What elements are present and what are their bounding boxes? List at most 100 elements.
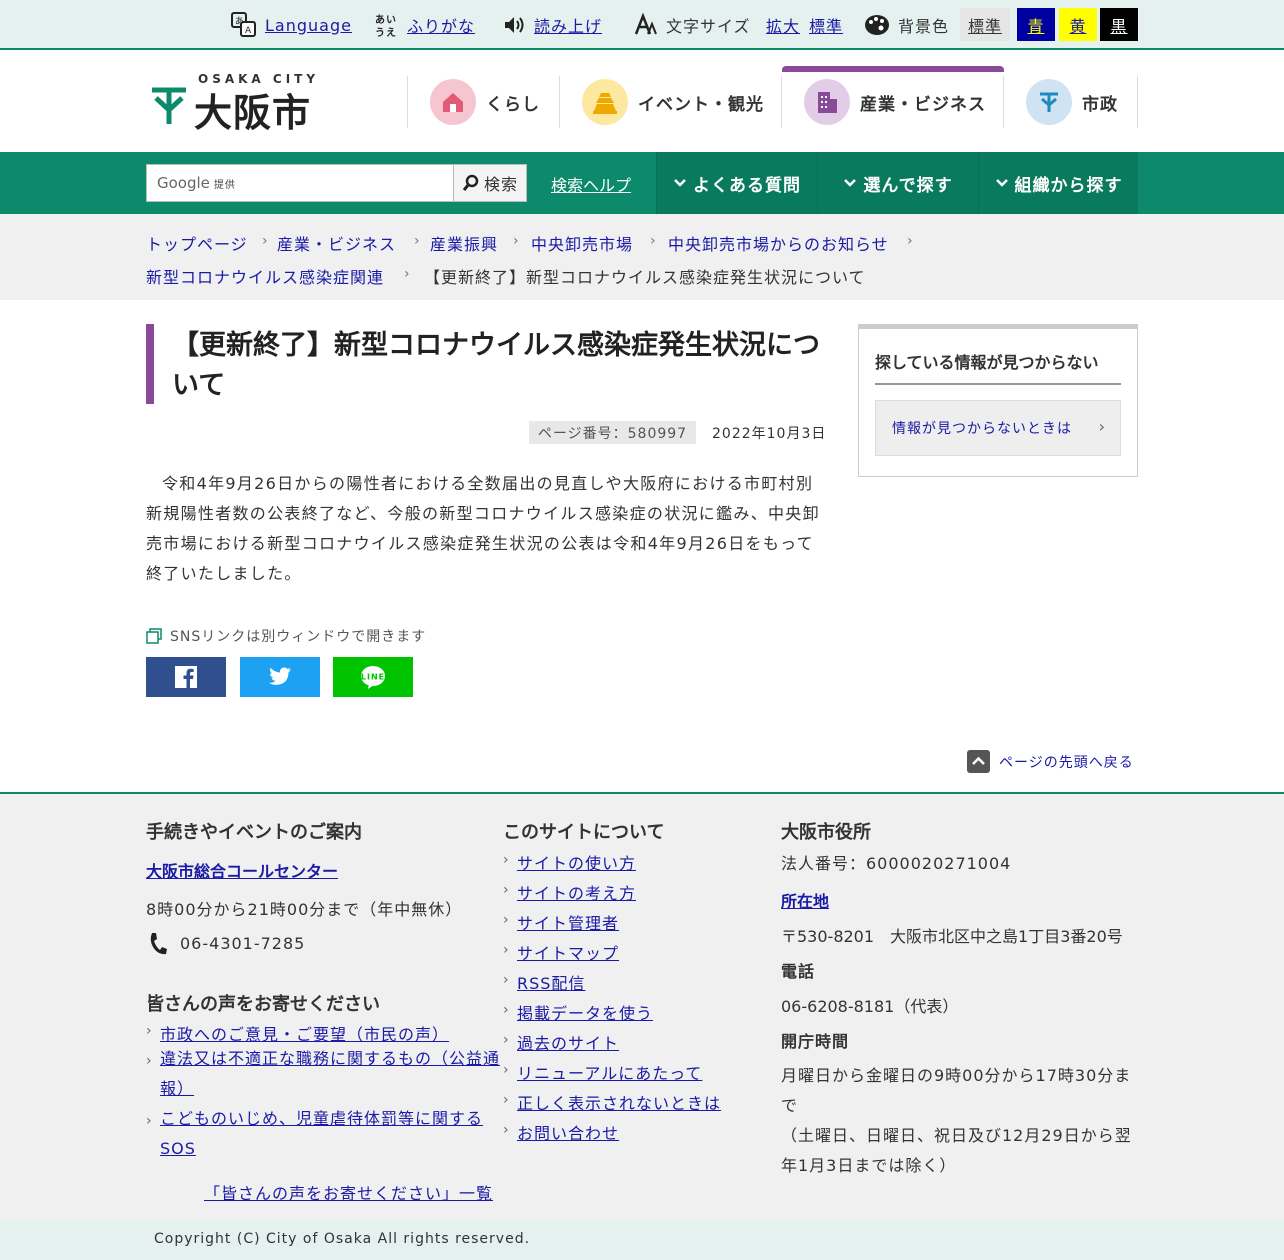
sidebar-title: 探している情報が見つからない <box>875 349 1121 385</box>
chevron-right-icon: › <box>503 1062 510 1078</box>
castle-icon <box>593 93 617 114</box>
voice-list-link[interactable]: 「皆さんの声をお寄せください」一覧 <box>204 1180 493 1204</box>
faq-button[interactable]: よくある質問 <box>656 152 817 214</box>
site-info-link[interactable]: リニューアルにあたって <box>517 1060 702 1084</box>
breadcrumb-item[interactable]: 新型コロナウイルス感染症関連 <box>146 264 384 288</box>
font-enlarge-button[interactable]: 拡大 <box>766 12 800 38</box>
child-sos-link[interactable]: こどものいじめ、児童虐待体罰等に関するSOS <box>160 1104 500 1164</box>
site-footer: 手続きやイベントのご案内 大阪市総合コールセンター 8時00分から21時00分ま… <box>0 792 1284 1220</box>
facebook-share-button[interactable] <box>146 657 226 697</box>
whistleblower-link[interactable]: 違法又は不適正な職務に関するもの（公益通報） <box>160 1044 500 1104</box>
breadcrumb-separator-icon: › <box>907 233 914 249</box>
breadcrumb-separator-icon: › <box>414 233 421 249</box>
location-link[interactable]: 所在地 <box>781 888 829 912</box>
breadcrumb-current: 【更新終了】新型コロナウイルス感染症発生状況について <box>424 268 866 287</box>
breadcrumb-separator-icon: › <box>262 233 269 249</box>
language-label[interactable]: Language <box>265 16 352 35</box>
city-emblem-small-icon <box>1040 92 1058 112</box>
breadcrumb-item[interactable]: 産業振興 <box>430 231 498 255</box>
building-icon <box>818 92 837 113</box>
gnav-living[interactable]: くらし <box>407 76 559 128</box>
svg-text:うえ: うえ <box>375 27 397 38</box>
footer-guide-heading: 手続きやイベントのご案内 <box>146 822 362 843</box>
svg-text:LINE: LINE <box>361 673 385 682</box>
copyright-text: Copyright (C) City of Osaka All rights r… <box>154 1231 531 1247</box>
site-info-link[interactable]: 過去のサイト <box>517 1030 619 1054</box>
back-to-top-link[interactable]: ページの先頭へ戻る <box>967 750 1134 773</box>
chevron-up-icon <box>967 750 990 773</box>
copyright-bar: Copyright (C) City of Osaka All rights r… <box>0 1220 1284 1260</box>
sns-note: SNSリンクは別ウィンドウで開きます <box>146 626 426 646</box>
read-aloud-link[interactable]: 読み上げ <box>502 12 602 38</box>
open-hours: 月曜日から金曜日の9時00分から17時30分まで <box>781 1066 1132 1115</box>
site-info-link[interactable]: サイトの考え方 <box>517 880 636 904</box>
breadcrumb-item[interactable]: 中央卸売市場からのお知らせ <box>668 231 889 255</box>
chevron-right-icon: › <box>503 852 510 868</box>
furigana-icon: あいうえ <box>375 13 397 38</box>
search-help-link[interactable]: 検索ヘルプ <box>551 172 631 196</box>
font-standard-button[interactable]: 標準 <box>809 12 843 38</box>
speaker-icon <box>505 17 524 33</box>
chevron-right-icon: › <box>503 942 510 958</box>
page-title-block: 【更新終了】新型コロナウイルス感染症発生状況について <box>146 324 826 404</box>
org-search-button[interactable]: 組織から探す <box>978 152 1138 214</box>
bg-standard-button[interactable]: 標準 <box>960 8 1010 41</box>
site-info-link[interactable]: お問い合わせ <box>517 1120 619 1144</box>
choose-search-button[interactable]: 選んで探す <box>817 152 978 214</box>
page-title: 【更新終了】新型コロナウイルス感染症発生状況について <box>172 330 820 401</box>
bg-black-button[interactable]: 黒 <box>1100 8 1138 41</box>
site-info-link[interactable]: 掲載データを使う <box>517 1000 653 1024</box>
osaka-city-logo[interactable]: OSAKA CITY 大阪市 <box>150 72 330 135</box>
site-info-link[interactable]: サイト管理者 <box>517 910 619 934</box>
citizen-voice-link[interactable]: 市政へのご意見・ご要望（市民の声） <box>160 1021 500 1045</box>
google-provided: 提供 <box>213 179 236 191</box>
open-hours-note: （土曜日、日曜日、祝日及び12月29日から翌年1月3日までは除く） <box>781 1126 1132 1175</box>
chevron-right-icon: › <box>503 972 510 988</box>
line-icon: LINE <box>361 666 385 689</box>
active-indicator <box>782 66 1004 72</box>
language-link[interactable]: あA Language <box>231 12 352 38</box>
site-info-link[interactable]: サイトの使い方 <box>517 850 636 874</box>
gnav-events[interactable]: イベント・観光 <box>559 76 782 128</box>
office-tel: 06-6208-8181（代表） <box>781 997 959 1016</box>
site-info-link[interactable]: 正しく表示されないときは <box>517 1090 721 1114</box>
translate-icon: あA <box>231 12 256 37</box>
line-share-button[interactable]: LINE <box>333 657 413 697</box>
corporate-number: 法人番号：6000020271004 <box>781 854 1012 873</box>
bg-blue-button[interactable]: 青 <box>1017 8 1055 41</box>
chevron-down-icon <box>674 179 686 187</box>
call-center-link[interactable]: 大阪市総合コールセンター <box>146 858 338 882</box>
search-nav-bar: Google 提供 検索 検索ヘルプ よくある質問 選んで探す 組織から探す <box>0 152 1284 214</box>
breadcrumb-item[interactable]: トップページ <box>146 231 248 255</box>
gnav-business[interactable]: 産業・ビジネス <box>781 66 1004 128</box>
utility-bar: あA Language あい うえ ふりがな 読み上げ 文字サイズ 拡大 標準 背… <box>0 0 1284 50</box>
chevron-right-icon: › <box>503 882 510 898</box>
furigana-label[interactable]: ふりがな <box>407 13 475 37</box>
background-color-control: 背景色 <box>864 12 949 38</box>
twitter-share-button[interactable] <box>240 657 320 697</box>
font-size-control: 文字サイズ <box>634 12 751 38</box>
gnav-business-label: 産業・ビジネス <box>860 94 986 115</box>
bg-yellow-button[interactable]: 黄 <box>1059 8 1097 41</box>
breadcrumb-item[interactable]: 産業・ビジネス <box>277 231 396 255</box>
palette-icon <box>865 15 889 35</box>
bg-label: 背景色 <box>898 17 950 36</box>
house-icon <box>443 93 463 112</box>
breadcrumb: トップページ › 産業・ビジネス › 産業振興 › 中央卸売市場 › 中央卸売市… <box>0 214 1284 300</box>
footer-office-heading: 大阪市役所 <box>781 822 871 843</box>
site-info-link[interactable]: サイトマップ <box>517 940 619 964</box>
call-center-hours: 8時00分から21時00分まで（年中無休） <box>146 900 463 919</box>
site-header: OSAKA CITY 大阪市 くらし イベント・観光 産業・ビジネス 市政 <box>0 52 1284 152</box>
footer-voice-heading: 皆さんの声をお寄せください <box>146 994 380 1015</box>
search-button[interactable]: 検索 <box>453 164 527 202</box>
site-info-link[interactable]: RSS配信 <box>517 970 585 994</box>
gnav-city-admin[interactable]: 市政 <box>1003 76 1138 128</box>
svg-text:あい: あい <box>375 13 397 26</box>
search-input[interactable]: Google 提供 <box>146 164 454 202</box>
breadcrumb-item[interactable]: 中央卸売市場 <box>531 231 633 255</box>
furigana-link[interactable]: あい うえ ふりがな <box>375 12 475 38</box>
chevron-right-icon: › <box>503 1032 510 1048</box>
not-found-link[interactable]: 情報が見つからないときは › <box>875 400 1121 456</box>
breadcrumb-separator-icon: › <box>513 233 520 249</box>
read-aloud-label[interactable]: 読み上げ <box>534 13 602 37</box>
